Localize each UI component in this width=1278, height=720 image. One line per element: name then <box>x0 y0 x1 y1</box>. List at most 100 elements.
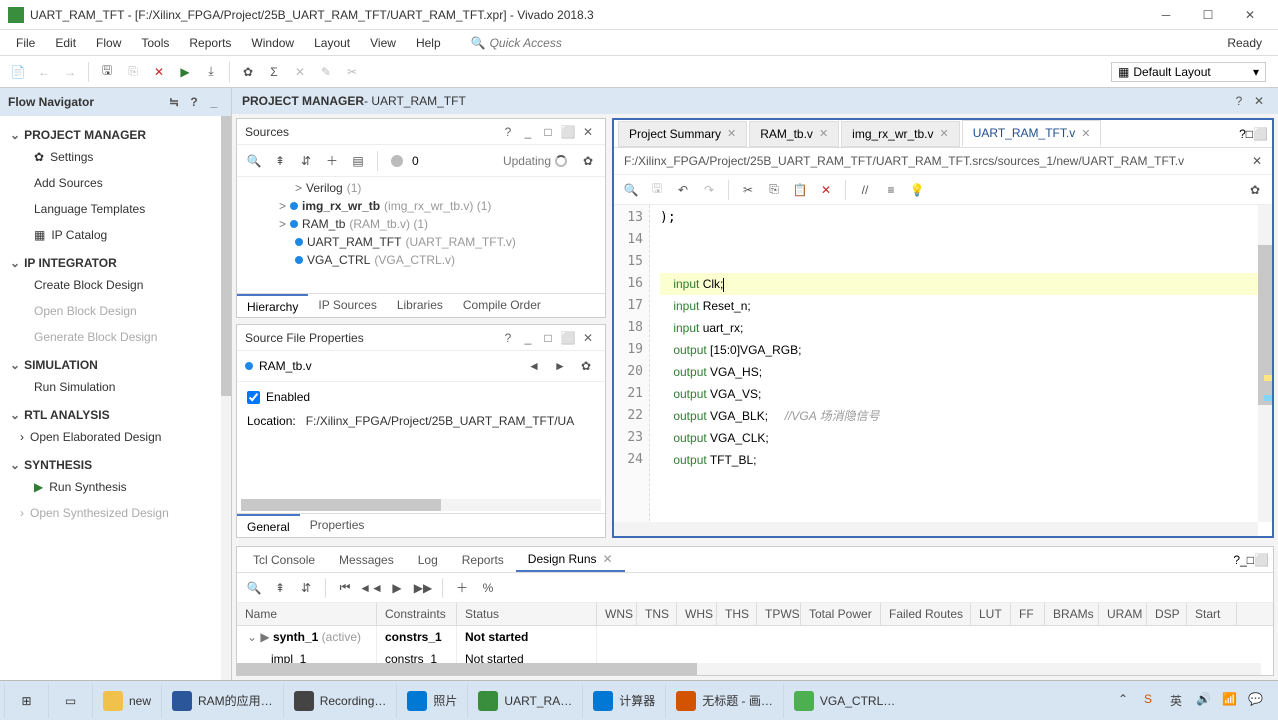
taskbar-item[interactable]: 照片 <box>396 684 467 718</box>
nav-section[interactable]: ⌄SIMULATION <box>0 350 231 374</box>
minimize-icon[interactable]: _ <box>519 123 537 141</box>
new-project-icon[interactable]: 📄 <box>6 60 30 84</box>
start-button[interactable]: ⊞ <box>4 684 48 718</box>
code-line[interactable]: input Reset_n; <box>660 295 1262 317</box>
table-header[interactable]: FF <box>1011 603 1045 625</box>
h-scrollbar-thumb[interactable] <box>237 663 697 675</box>
editor-tab[interactable]: img_rx_wr_tb.v✕ <box>841 121 960 147</box>
comment-icon[interactable]: // <box>854 179 876 201</box>
gear-icon[interactable]: ✿ <box>236 60 260 84</box>
tree-row[interactable]: UART_RAM_TFT (UART_RAM_TFT.v) <box>237 233 605 251</box>
bottom-tab[interactable]: Log <box>406 549 450 571</box>
code-line[interactable]: output VGA_HS; <box>660 361 1262 383</box>
gear-icon[interactable]: ✿ <box>577 150 599 172</box>
redo-icon[interactable]: ↷ <box>698 179 720 201</box>
table-header[interactable]: Name <box>237 603 377 625</box>
maximize-button[interactable]: ☐ <box>1188 1 1228 29</box>
task-view-button[interactable]: ▭ <box>48 684 92 718</box>
editor-tab[interactable]: UART_RAM_TFT.v✕ <box>962 120 1102 147</box>
taskbar-item[interactable]: UART_RA… <box>467 684 582 718</box>
table-header[interactable]: WHS <box>677 603 717 625</box>
help-icon[interactable]: ? <box>499 329 517 347</box>
close-tab-icon[interactable]: ✕ <box>603 552 613 566</box>
table-header[interactable]: Constraints <box>377 603 457 625</box>
help-icon[interactable]: ? <box>185 93 203 111</box>
close-file-icon[interactable]: ✕ <box>1252 154 1262 168</box>
first-icon[interactable]: ⏮ <box>334 577 356 599</box>
code-line[interactable]: output VGA_CLK; <box>660 427 1262 449</box>
run-icon[interactable]: ▶ <box>173 60 197 84</box>
sigma-icon[interactable]: Σ <box>262 60 286 84</box>
nav-section[interactable]: ⌄RTL ANALYSIS <box>0 400 231 424</box>
cut-icon[interactable]: ✂ <box>737 179 759 201</box>
h-scrollbar[interactable] <box>241 499 601 511</box>
restore-icon[interactable]: □ <box>539 329 557 347</box>
table-header[interactable]: LUT <box>971 603 1011 625</box>
close-icon[interactable]: ✕ <box>579 123 597 141</box>
help-icon[interactable]: ? <box>499 123 517 141</box>
code-line[interactable] <box>660 229 1262 251</box>
gear-icon[interactable]: ✿ <box>1244 179 1266 201</box>
step-icon[interactable]: ⤓ <box>199 60 223 84</box>
collapse-icon[interactable]: ⇞ <box>269 577 291 599</box>
close-tab-icon[interactable]: ✕ <box>727 127 736 140</box>
editor-tab[interactable]: RAM_tb.v✕ <box>749 121 839 147</box>
nav-item[interactable]: ▶Run Synthesis <box>0 474 231 500</box>
code-line[interactable]: output VGA_VS; <box>660 383 1262 405</box>
table-header[interactable]: BRAMs <box>1045 603 1099 625</box>
format-icon[interactable]: ≡ <box>880 179 902 201</box>
restore-icon[interactable]: □ <box>1246 127 1253 141</box>
menu-window[interactable]: Window <box>241 32 304 54</box>
menu-layout[interactable]: Layout <box>304 32 360 54</box>
notifications-icon[interactable]: 💬 <box>1248 692 1266 710</box>
table-header[interactable]: WNS <box>597 603 637 625</box>
help-icon[interactable]: ? <box>1230 92 1248 110</box>
scrollbar-thumb[interactable] <box>221 116 231 396</box>
copy-icon[interactable]: ⎘ <box>121 60 145 84</box>
code-line[interactable]: input uart_rx; <box>660 317 1262 339</box>
cut-icon[interactable]: ✎ <box>314 60 338 84</box>
code-line[interactable]: ); <box>660 207 1262 229</box>
prev-icon[interactable]: ◄◄ <box>360 577 382 599</box>
search-icon[interactable]: 🔍 <box>620 179 642 201</box>
nav-item[interactable]: ✿Settings <box>0 144 231 170</box>
nav-section[interactable]: ⌄SYNTHESIS <box>0 450 231 474</box>
help-icon[interactable]: ? <box>1239 127 1246 141</box>
tree-row[interactable]: >RAM_tb (RAM_tb.v) (1) <box>237 215 605 233</box>
menu-flow[interactable]: Flow <box>86 32 131 54</box>
maximize-icon[interactable]: ⬜ <box>559 123 577 141</box>
close-tab-icon[interactable]: ✕ <box>940 127 949 140</box>
tray-icon[interactable]: ⌃ <box>1118 692 1136 710</box>
minimize-button[interactable]: ─ <box>1146 1 1186 29</box>
code-line[interactable]: output VGA_BLK; //VGA 场消隐信号 <box>660 405 1262 427</box>
search-icon[interactable]: 🔍 <box>243 577 265 599</box>
menu-view[interactable]: View <box>360 32 406 54</box>
table-header[interactable]: Total Power <box>801 603 881 625</box>
table-header[interactable]: URAM <box>1099 603 1147 625</box>
wifi-icon[interactable]: 📶 <box>1222 692 1240 710</box>
play-icon[interactable]: ▶ <box>386 577 408 599</box>
bottom-tab[interactable]: Reports <box>450 549 516 571</box>
fast-icon[interactable]: ▶▶ <box>412 577 434 599</box>
code-line[interactable]: output TFT_BL; <box>660 449 1262 471</box>
paste-icon[interactable]: 📋 <box>789 179 811 201</box>
taskbar-item[interactable]: 计算器 <box>582 684 665 718</box>
close-panel-icon[interactable]: ✕ <box>1250 92 1268 110</box>
minimize-icon[interactable]: _ <box>1240 553 1247 567</box>
nav-item[interactable]: ›Open Elaborated Design <box>0 424 231 450</box>
delete-icon[interactable]: ✕ <box>815 179 837 201</box>
nav-section[interactable]: ⌄IP INTEGRATOR <box>0 248 231 272</box>
props-tab[interactable]: Properties <box>300 514 375 537</box>
table-header[interactable]: Start <box>1187 603 1237 625</box>
nav-item[interactable]: Add Sources <box>0 170 231 196</box>
cut2-icon[interactable]: ✂ <box>340 60 364 84</box>
menu-file[interactable]: File <box>6 32 45 54</box>
restore-icon[interactable]: □ <box>539 123 557 141</box>
h-scrollbar-thumb[interactable] <box>241 499 441 511</box>
collapse-icon[interactable]: ⇞ <box>269 150 291 172</box>
bottom-tab[interactable]: Design Runs✕ <box>516 548 625 572</box>
code-body[interactable]: ); input Clk; input Reset_n; input uart_… <box>650 205 1272 536</box>
menu-edit[interactable]: Edit <box>45 32 86 54</box>
save-icon[interactable]: 🖫 <box>95 60 119 84</box>
taskbar-item[interactable]: 无标题 - 画… <box>665 684 783 718</box>
